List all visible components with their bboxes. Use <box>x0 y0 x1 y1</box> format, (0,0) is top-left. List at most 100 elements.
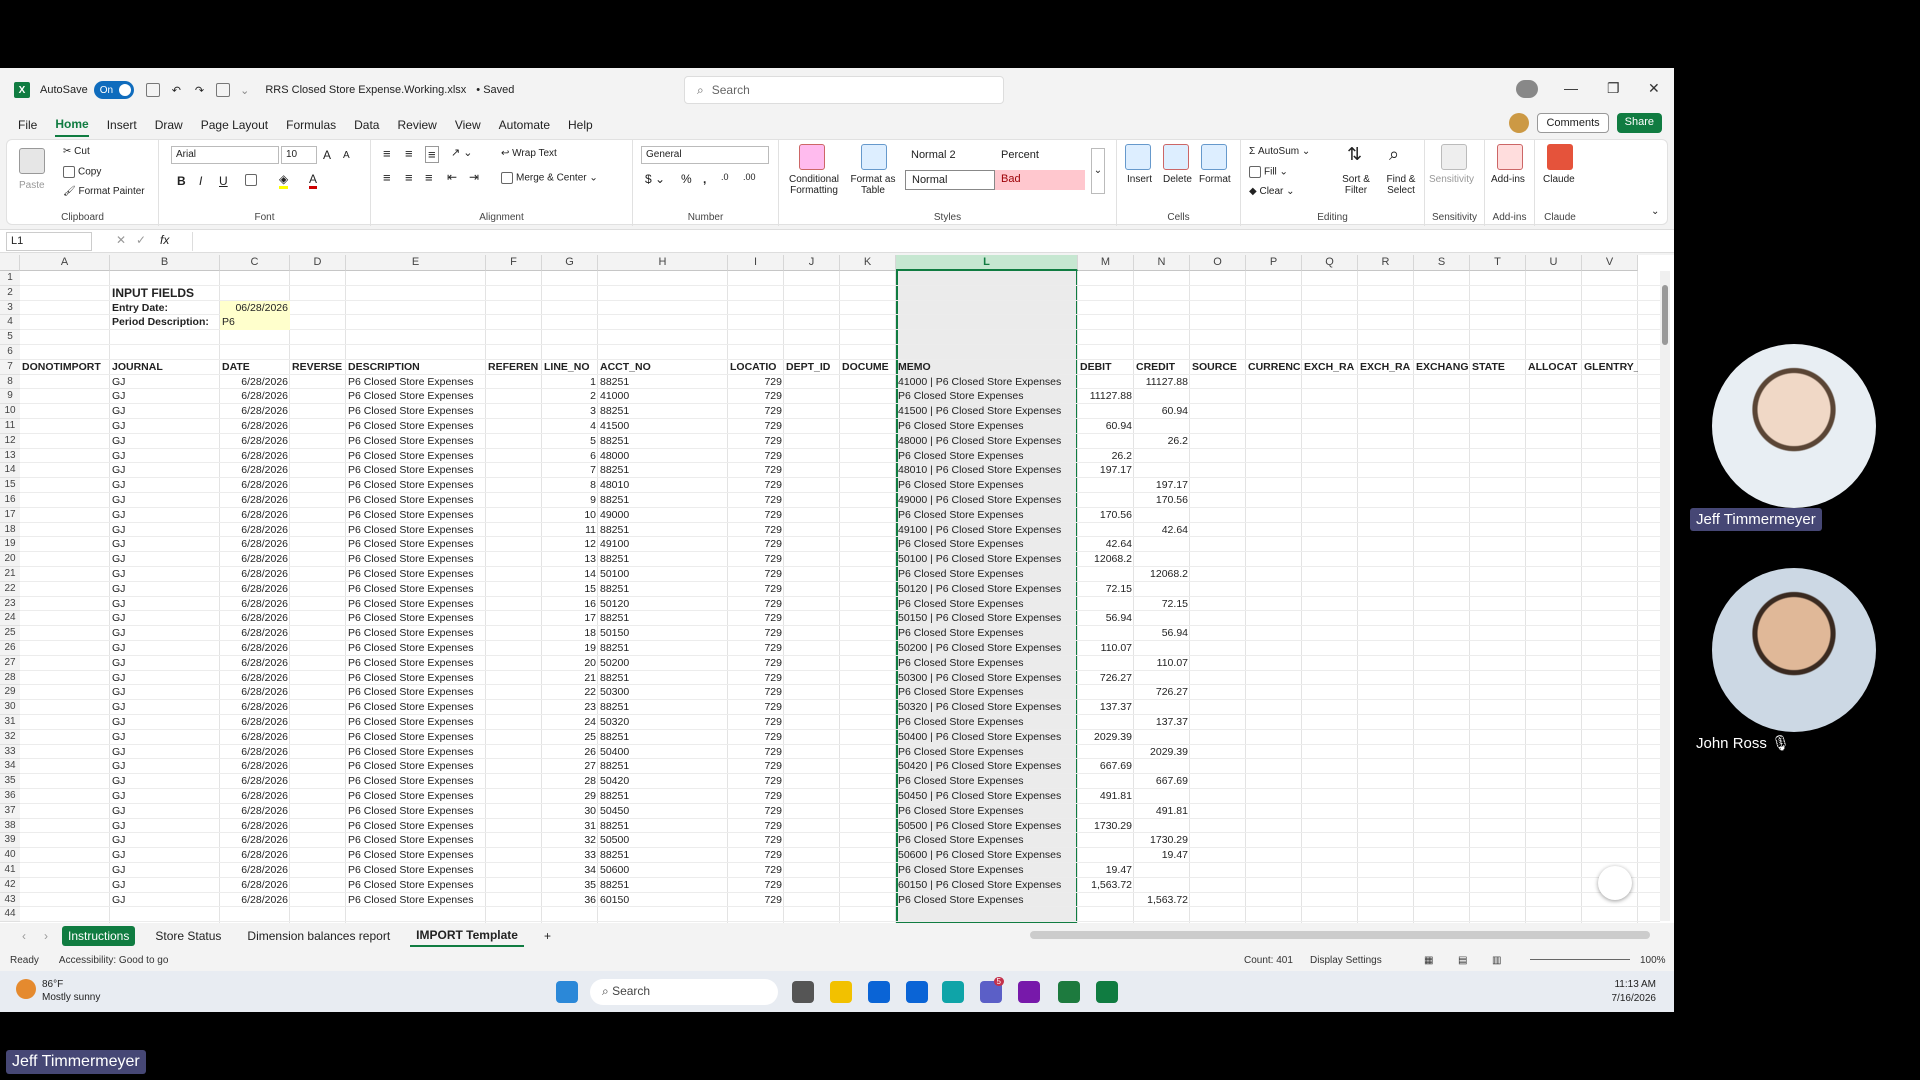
description-cell[interactable]: P6 Closed Store Expenses <box>346 759 486 774</box>
column-header-E[interactable]: E <box>346 255 486 271</box>
bold-icon[interactable]: B <box>177 174 186 188</box>
row-header[interactable]: 29 <box>0 685 20 701</box>
description-cell[interactable]: P6 Closed Store Expenses <box>346 389 486 404</box>
find-select-icon[interactable]: ⌕ <box>1389 144 1399 165</box>
delete-cells-icon[interactable] <box>1163 144 1189 170</box>
column-title[interactable]: DESCRIPTION <box>346 360 486 375</box>
location-cell[interactable]: 729 <box>728 878 784 893</box>
memo-cell[interactable]: 48000 | P6 Closed Store Expenses <box>896 434 1078 449</box>
credit-cell[interactable] <box>1134 641 1190 656</box>
line-no-cell[interactable]: 11 <box>542 523 598 538</box>
acct-no-cell[interactable]: 50400 <box>598 745 728 760</box>
credit-cell[interactable]: 110.07 <box>1134 656 1190 671</box>
sheet-tab-instructions[interactable]: Instructions <box>62 926 136 946</box>
description-cell[interactable]: P6 Closed Store Expenses <box>346 611 486 626</box>
line-no-cell[interactable]: 25 <box>542 730 598 745</box>
memo-cell[interactable]: 50120 | P6 Closed Store Expenses <box>896 582 1078 597</box>
row-header[interactable]: 24 <box>0 611 20 627</box>
taskbar-search[interactable]: ⌕ Search <box>590 979 778 1005</box>
date-cell[interactable]: 6/28/2026 <box>220 389 290 404</box>
description-cell[interactable]: P6 Closed Store Expenses <box>346 715 486 730</box>
memo-cell[interactable]: 50150 | P6 Closed Store Expenses <box>896 611 1078 626</box>
journal-cell[interactable]: GJ <box>110 523 220 538</box>
debit-cell[interactable]: 667.69 <box>1078 759 1134 774</box>
currency-icon[interactable]: $ ⌄ <box>645 172 665 186</box>
shrink-font-icon[interactable]: A <box>343 150 350 161</box>
teams-icon[interactable]: 5 <box>980 977 1004 1003</box>
line-no-cell[interactable]: 19 <box>542 641 598 656</box>
debit-cell[interactable]: 110.07 <box>1078 641 1134 656</box>
description-cell[interactable]: P6 Closed Store Expenses <box>346 419 486 434</box>
column-title[interactable]: GLENTRY_VE <box>1582 360 1638 375</box>
acct-no-cell[interactable]: 88251 <box>598 730 728 745</box>
acct-no-cell[interactable]: 88251 <box>598 819 728 834</box>
description-cell[interactable]: P6 Closed Store Expenses <box>346 774 486 789</box>
debit-cell[interactable]: 19.47 <box>1078 863 1134 878</box>
description-cell[interactable]: P6 Closed Store Expenses <box>346 537 486 552</box>
column-title[interactable]: DATE <box>220 360 290 375</box>
date-cell[interactable]: 6/28/2026 <box>220 685 290 700</box>
credit-cell[interactable] <box>1134 611 1190 626</box>
debit-cell[interactable] <box>1078 774 1134 789</box>
borders-icon[interactable] <box>245 174 260 186</box>
styles-more-icon[interactable]: ⌄ <box>1091 148 1105 194</box>
date-cell[interactable]: 6/28/2026 <box>220 715 290 730</box>
task-view-icon[interactable] <box>792 981 814 1003</box>
journal-cell[interactable]: GJ <box>110 730 220 745</box>
credit-cell[interactable] <box>1134 878 1190 893</box>
comments-button[interactable]: Comments <box>1537 113 1609 133</box>
credit-cell[interactable] <box>1134 463 1190 478</box>
acct-no-cell[interactable]: 88251 <box>598 375 728 390</box>
column-header-A[interactable]: A <box>20 255 110 271</box>
memo-cell[interactable]: 50450 | P6 Closed Store Expenses <box>896 789 1078 804</box>
date-cell[interactable]: 6/28/2026 <box>220 833 290 848</box>
copy-button[interactable]: Copy <box>63 166 101 178</box>
column-title[interactable]: LINE_NO <box>542 360 598 375</box>
align-top-icon[interactable]: ≡ <box>383 146 391 161</box>
journal-cell[interactable]: GJ <box>110 819 220 834</box>
location-cell[interactable]: 729 <box>728 819 784 834</box>
autosum-button[interactable]: Σ AutoSum ⌄ <box>1249 146 1310 157</box>
column-header-Q[interactable]: Q <box>1302 255 1358 271</box>
location-cell[interactable]: 729 <box>728 671 784 686</box>
addins-button[interactable]: Add-ins <box>1491 174 1525 185</box>
description-cell[interactable]: P6 Closed Store Expenses <box>346 819 486 834</box>
debit-cell[interactable]: 56.94 <box>1078 611 1134 626</box>
date-cell[interactable]: 6/28/2026 <box>220 493 290 508</box>
delete-cells-button[interactable]: Delete <box>1163 174 1192 185</box>
debit-cell[interactable] <box>1078 434 1134 449</box>
line-no-cell[interactable]: 4 <box>542 419 598 434</box>
row-header[interactable]: 30 <box>0 700 20 715</box>
row-header[interactable]: 6 <box>0 345 20 360</box>
acct-no-cell[interactable]: 41000 <box>598 389 728 404</box>
credit-cell[interactable] <box>1134 582 1190 597</box>
line-no-cell[interactable]: 18 <box>542 626 598 641</box>
location-cell[interactable]: 729 <box>728 804 784 819</box>
description-cell[interactable]: P6 Closed Store Expenses <box>346 833 486 848</box>
row-header[interactable]: 37 <box>0 803 20 819</box>
debit-cell[interactable] <box>1078 375 1134 390</box>
credit-cell[interactable]: 667.69 <box>1134 774 1190 789</box>
column-title[interactable]: DONOTIMPORT <box>20 360 110 375</box>
debit-cell[interactable] <box>1078 685 1134 700</box>
memo-cell[interactable]: 50320 | P6 Closed Store Expenses <box>896 700 1078 715</box>
date-cell[interactable]: 6/28/2026 <box>220 641 290 656</box>
acct-no-cell[interactable]: 88251 <box>598 848 728 863</box>
credit-cell[interactable] <box>1134 389 1190 404</box>
column-header-I[interactable]: I <box>728 255 784 271</box>
formula-input[interactable] <box>192 232 1654 251</box>
row-header[interactable]: 36 <box>0 789 20 804</box>
line-no-cell[interactable]: 22 <box>542 685 598 700</box>
row-header[interactable]: 28 <box>0 670 20 686</box>
date-cell[interactable]: 6/28/2026 <box>220 597 290 612</box>
style-normal-2[interactable]: Normal 2 <box>905 146 995 166</box>
tab-page-layout[interactable]: Page Layout <box>201 114 268 136</box>
credit-cell[interactable] <box>1134 508 1190 523</box>
debit-cell[interactable] <box>1078 804 1134 819</box>
normal-view-icon[interactable]: ▦ <box>1424 955 1433 966</box>
font-size-select[interactable]: 10 <box>281 146 317 164</box>
debit-cell[interactable] <box>1078 478 1134 493</box>
memo-cell[interactable]: 50500 | P6 Closed Store Expenses <box>896 819 1078 834</box>
debit-cell[interactable] <box>1078 893 1134 908</box>
acct-no-cell[interactable]: 88251 <box>598 523 728 538</box>
